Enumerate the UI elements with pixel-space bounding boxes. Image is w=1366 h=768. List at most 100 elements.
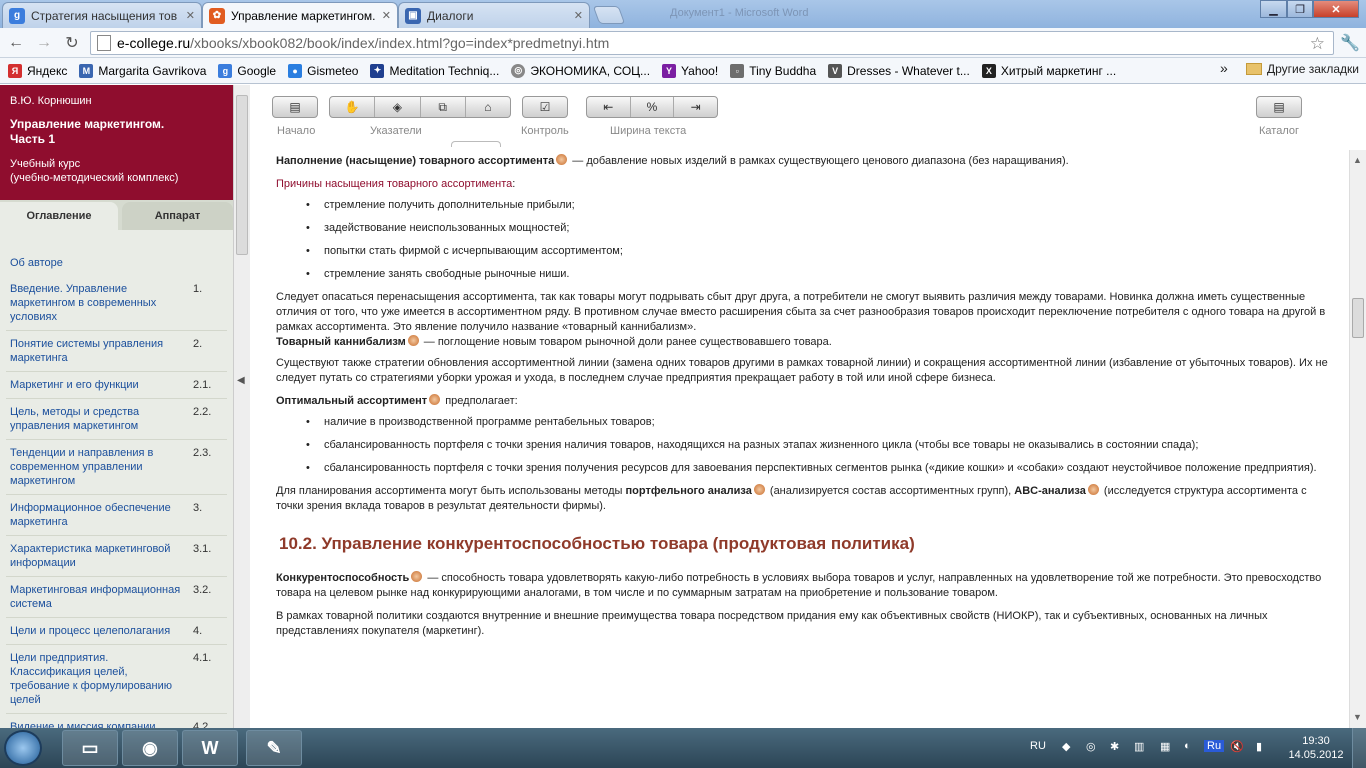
term-link[interactable]: Конкурентоспособность <box>276 572 409 584</box>
volume-icon[interactable]: 🔇 <box>1230 740 1244 753</box>
bluetooth-icon[interactable]: ✱ <box>1110 740 1119 753</box>
taskbar-clock[interactable]: 19:30 14.05.2012 <box>1286 734 1346 762</box>
window-close-button[interactable]: ✕ <box>1313 0 1359 18</box>
term-link[interactable]: Наполнение (насыщение) товарного ассорти… <box>276 155 554 167</box>
toc-item[interactable]: Маркетинговая информационная система 3.2. <box>6 577 227 618</box>
wrench-icon[interactable]: 🔧 <box>1340 33 1360 53</box>
show-desktop-button[interactable] <box>1352 728 1366 768</box>
toc-item[interactable]: Информационное обеспечение маркетинга 3. <box>6 495 227 536</box>
toc-item[interactable]: Введение. Управление маркетингом в совре… <box>6 276 227 331</box>
label-text-width: Ширина текста <box>610 125 687 137</box>
star-icon[interactable]: ☆ <box>1310 34 1325 54</box>
glossary-icon[interactable] <box>411 571 423 582</box>
toc-item[interactable]: Маркетинг и его функции 2.1. <box>6 372 227 399</box>
bookmark-meditation[interactable]: ✦ Meditation Techniq... <box>370 63 499 78</box>
reload-icon[interactable]: ↻ <box>62 33 82 53</box>
pdf-taskbar-button[interactable]: ✎ <box>246 730 302 766</box>
glossary-icon[interactable] <box>1087 484 1099 495</box>
chrome-taskbar-button[interactable]: ◉ <box>122 730 178 766</box>
tray-icon[interactable]: ◐ <box>1184 740 1191 752</box>
label-start: Начало <box>277 125 316 137</box>
glossary-icon[interactable] <box>556 154 568 165</box>
control-button[interactable]: ☑ <box>522 96 568 118</box>
close-icon[interactable]: ✕ <box>574 9 583 22</box>
person-icon[interactable]: ⌂ <box>466 97 510 117</box>
scroll-down-icon[interactable]: ▼ <box>1353 712 1362 722</box>
tab-dialogs[interactable]: ▣ Диалоги ✕ <box>398 2 590 28</box>
term-link[interactable]: портфельного анализа <box>626 485 752 497</box>
label-control: Контроль <box>521 125 569 137</box>
power-icon[interactable]: ▮ <box>1256 740 1262 753</box>
bookmark-marketing[interactable]: Х Хитрый маркетинг ... <box>981 63 1116 78</box>
percent-icon[interactable]: % <box>631 97 675 117</box>
toc-item[interactable]: Характеристика маркетинговой информации 3… <box>6 536 227 577</box>
toc-num: 1. <box>193 283 203 295</box>
tray-icon[interactable]: ▥ <box>1134 740 1144 753</box>
bookmark-tiny-buddha[interactable]: ▫ Tiny Buddha <box>730 63 816 78</box>
toc-item[interactable]: Цели и процесс целеполагания 4. <box>6 618 227 645</box>
close-icon[interactable]: ✕ <box>186 9 195 22</box>
bookmark-gismeteo[interactable]: ● Gismeteo <box>288 63 358 78</box>
term-link[interactable]: Оптимальный ассортимент <box>276 395 427 407</box>
glossary-icon[interactable] <box>407 335 419 346</box>
scrollbar-thumb[interactable] <box>1352 298 1364 338</box>
tab-title: Стратегия насыщения тов <box>31 8 178 23</box>
toc-about[interactable]: Об авторе <box>6 250 227 276</box>
tab-toc[interactable]: Оглавление <box>0 202 118 230</box>
sidebar-scrollbar[interactable]: ◀ <box>233 85 250 728</box>
tab-strategy[interactable]: g Стратегия насыщения тов ✕ <box>2 2 202 28</box>
chevron-more-icon[interactable]: » <box>1220 60 1228 76</box>
term-link[interactable]: Товарный каннибализм <box>276 336 406 348</box>
other-bookmarks[interactable]: Другие закладки <box>1246 62 1359 76</box>
term-link[interactable]: ABC-анализа <box>1014 485 1086 497</box>
minimize-button[interactable]: ▁ <box>1260 0 1287 18</box>
scroll-up-icon[interactable]: ▲ <box>1353 155 1362 165</box>
page-icon: ▤ <box>289 100 301 114</box>
close-icon[interactable]: ✕ <box>382 9 391 22</box>
toc-num: 2.3. <box>193 447 212 459</box>
copy-icon[interactable]: ⧉ <box>421 97 466 117</box>
tray-icon[interactable]: ◆ <box>1062 740 1070 753</box>
toc-item[interactable]: Цели предприятия. Классификация целей, т… <box>6 645 227 714</box>
catalog-button[interactable]: ▤ <box>1256 96 1302 118</box>
scrollbar-thumb[interactable] <box>236 95 248 255</box>
glossary-icon[interactable] <box>429 394 441 405</box>
toc-item[interactable]: Понятие системы управления маркетинга 2. <box>6 331 227 372</box>
bookmark-dresses[interactable]: V Dresses - Whatever t... <box>828 63 970 78</box>
bookmark-yahoo[interactable]: Y Yahoo! <box>662 63 718 78</box>
forward-icon[interactable]: → <box>34 33 54 53</box>
ru-badge[interactable]: Ru <box>1204 740 1225 752</box>
explorer-taskbar-button[interactable]: ▭ <box>62 730 118 766</box>
tab-apparat[interactable]: Аппарат <box>122 202 233 230</box>
language-indicator[interactable]: RU <box>1030 740 1046 752</box>
bookmark-economics[interactable]: ◎ ЭКОНОМИКА, СОЦ... <box>511 63 650 78</box>
word-taskbar-button[interactable]: W <box>182 730 238 766</box>
collapse-arrow-icon[interactable]: ◀ <box>237 375 245 386</box>
windows-start-button[interactable] <box>4 730 42 766</box>
content-scrollbar[interactable]: ▲ ▼ <box>1349 150 1366 728</box>
narrow-icon[interactable]: ⇤ <box>587 97 631 117</box>
maximize-button[interactable]: ❐ <box>1287 0 1313 18</box>
tray-icon[interactable]: ◎ <box>1086 740 1096 753</box>
target-icon[interactable]: ◈ <box>375 97 421 117</box>
bookmark-label: Другие закладки <box>1267 62 1359 76</box>
hand-icon[interactable]: ✋ <box>330 97 376 117</box>
toc-item[interactable]: Тенденции и направления в современном уп… <box>6 440 227 495</box>
address-bar[interactable]: e-college.ru/xbooks/xbook082/book/index/… <box>90 31 1334 55</box>
toc-item[interactable]: Видение и миссия компании 4.2. <box>6 714 227 728</box>
glossary-icon[interactable] <box>753 484 765 495</box>
bookmark-yandex[interactable]: Я Яндекс <box>8 63 67 78</box>
start-button[interactable]: ▤ <box>272 96 318 118</box>
wide-icon[interactable]: ⇥ <box>674 97 717 117</box>
bookmark-google[interactable]: g Google <box>218 63 276 78</box>
network-icon[interactable]: ▦ <box>1160 740 1170 753</box>
toc-item[interactable]: Цель, методы и средства управления марке… <box>6 399 227 440</box>
new-tab-button[interactable] <box>592 6 626 24</box>
toc-title: Об авторе <box>10 257 63 269</box>
back-icon[interactable]: ← <box>6 33 26 53</box>
tab-marketing[interactable]: ✿ Управление маркетингом. ✕ <box>202 2 398 28</box>
toolbar-notch[interactable] <box>451 141 501 147</box>
sidebar-tabs: Оглавление Аппарат <box>0 200 233 230</box>
bookmark-margarita[interactable]: M Margarita Gavrikova <box>79 63 206 78</box>
book-title-line: Часть 1 <box>10 132 56 146</box>
